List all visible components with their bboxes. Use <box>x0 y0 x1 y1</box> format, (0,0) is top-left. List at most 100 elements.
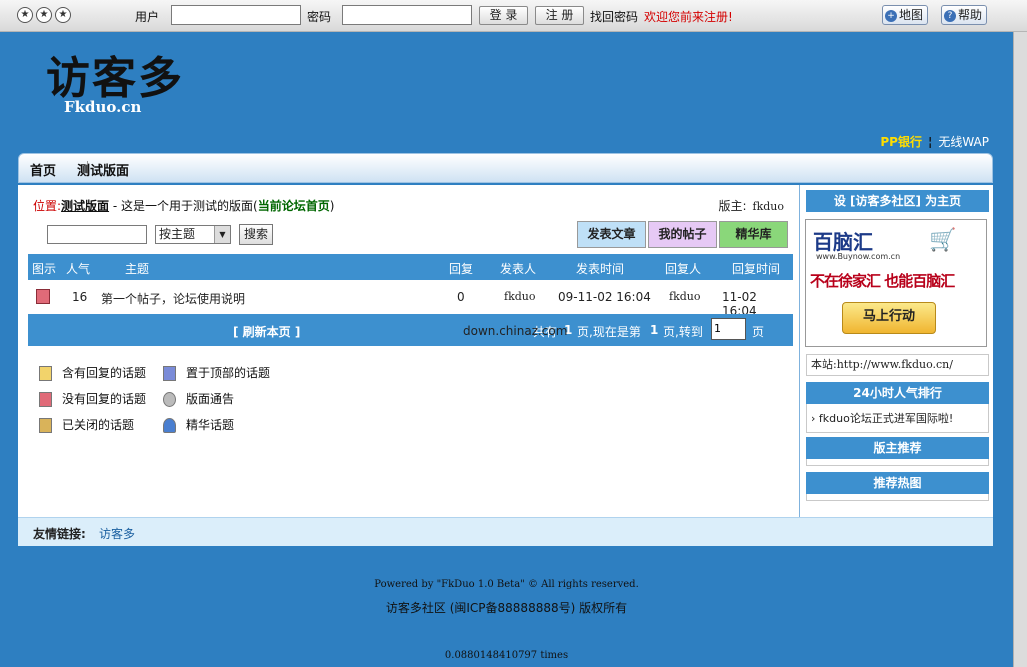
friend-link[interactable]: 访客多 <box>99 525 135 542</box>
col-replier: 回复人 <box>665 262 702 276</box>
row-replier-link[interactable]: fkduo <box>669 290 701 303</box>
header-links: PP银行 ¦ 无线WAP <box>880 133 989 150</box>
hot-topics-box <box>806 494 989 501</box>
legend-closed-text: 已关闭的话题 <box>62 418 135 432</box>
legend-has-reply: 含有回复的话题 <box>39 364 146 381</box>
forum-home-link[interactable]: 当前论坛首页 <box>258 199 330 213</box>
col-post-time: 发表时间 <box>576 262 625 276</box>
legend-top: 置于顶部的话题 <box>163 364 270 381</box>
pager-suffix: 页 <box>752 325 765 339</box>
hot24-title: 24小时人气排行 <box>806 382 989 404</box>
site-logo[interactable]: 访客多 <box>46 42 184 106</box>
mod-recommend-box <box>806 459 989 466</box>
recover-password-link[interactable]: 找回密码 <box>590 8 638 25</box>
moderator-name[interactable]: fkduo <box>753 200 785 213</box>
hot-topics-title: 推荐热图 <box>806 472 989 494</box>
col-reply-time: 回复时间 <box>732 262 781 276</box>
map-button[interactable]: + 地图 <box>882 5 929 25</box>
pin-top-icon <box>163 366 176 381</box>
col-icon: 图示 <box>32 262 57 276</box>
chevron-down-icon[interactable]: ▼ <box>214 226 230 243</box>
help-icon: ? <box>944 9 956 22</box>
map-label: 地图 <box>899 8 924 22</box>
legend-top-text: 置于顶部的话题 <box>186 366 271 380</box>
ad-cta-button[interactable]: 马上行动 <box>842 302 936 334</box>
username-label: 用户 <box>135 10 160 24</box>
row-author-link[interactable]: fkduo <box>504 290 536 303</box>
top-login-bar: ★ ★ ★ 用户 密码 登 录 注 册 找回密码 欢迎您前来注册! + 地图 ? 帮… <box>0 0 1027 32</box>
forum-main: 位置:测试版面 - 这是一个用于测试的版面(当前论坛首页) 版主: fkduo 按… <box>18 185 800 517</box>
set-homepage-link[interactable]: 设 [访客多社区] 为主页 <box>806 190 989 212</box>
pager-current: 1 <box>650 323 659 337</box>
hot24-item-text: fkduo论坛正式进军国际啦! <box>818 412 954 425</box>
goto-page-input[interactable]: 1 <box>711 318 746 340</box>
help-button[interactable]: ? 帮助 <box>941 5 988 25</box>
welcome-register-link[interactable]: 欢迎您前来注册! <box>644 8 733 25</box>
star-icon[interactable]: ★ <box>17 7 33 23</box>
footer-powered: Powered by "FkDuo 1.0 Beta" © All rights… <box>374 579 639 590</box>
folder-icon <box>39 366 52 381</box>
password-input[interactable] <box>342 5 472 25</box>
legend-closed: 已关闭的话题 <box>39 416 134 433</box>
legend-notice-text: 版面通告 <box>186 392 235 406</box>
cart-icon: 🛒 <box>929 228 957 253</box>
vertical-scrollbar[interactable] <box>1013 32 1027 667</box>
book-icon <box>39 392 52 407</box>
legend-elite: 精华话题 <box>163 416 234 433</box>
row-title-link[interactable]: 第一个帖子，论坛使用说明 <box>101 290 245 307</box>
footer-exec-time: 0.0880148410797 times <box>444 650 569 661</box>
login-button[interactable]: 登 录 <box>479 6 528 25</box>
legend-notice: 版面通告 <box>163 390 234 407</box>
col-popularity: 人气 <box>66 262 91 276</box>
search-input[interactable] <box>47 225 147 244</box>
location-board-link[interactable]: 测试版面 <box>61 199 109 213</box>
register-button[interactable]: 注 册 <box>535 6 584 25</box>
site-url: 本站:http://www.fkduo.cn/ <box>806 354 989 376</box>
my-posts-button[interactable]: 我的帖子 <box>648 221 717 248</box>
search-type-select[interactable]: 按主题 ▼ <box>155 225 231 244</box>
ad-banner[interactable]: 百脑汇 www.Buynow.com.cn 🛒 不在徐家汇 也能百脑汇 马上行动 <box>805 219 987 347</box>
location-label: 位置: <box>33 199 62 213</box>
username-input[interactable] <box>171 5 301 25</box>
wap-link[interactable]: 无线WAP <box>938 135 989 149</box>
elite-library-button[interactable]: 精华库 <box>719 221 788 248</box>
ad-site: www.Buynow.com.cn <box>816 252 901 261</box>
legend-has-reply-text: 含有回复的话题 <box>62 366 147 380</box>
search-button[interactable]: 搜索 <box>239 224 273 245</box>
row-post-time: 09-11-02 16:04 <box>558 290 651 304</box>
legend-no-reply: 没有回复的话题 <box>39 390 146 407</box>
speaker-icon <box>163 392 176 407</box>
col-topic: 主题 <box>125 262 150 276</box>
legend-no-reply-text: 没有回复的话题 <box>62 392 147 406</box>
friend-links-label: 友情链接: <box>33 527 86 541</box>
friend-links-bar: 友情链接: 访客多 <box>18 517 993 546</box>
refresh-page-link[interactable]: [ 刷新本页 ] <box>233 323 300 340</box>
legend-elite-text: 精华话题 <box>186 418 235 432</box>
ad-slogan: 不在徐家汇 也能百脑汇 <box>810 272 955 290</box>
lock-icon <box>39 418 52 433</box>
post-article-button[interactable]: 发表文章 <box>577 221 646 248</box>
breadcrumb-nav: 首页 测试版面 <box>18 153 993 183</box>
map-icon: + <box>885 9 897 22</box>
nav-board[interactable]: 测试版面 <box>77 160 129 179</box>
nav-home[interactable]: 首页 <box>30 160 56 179</box>
elite-icon <box>163 418 176 433</box>
hot24-list: › fkduo论坛正式进军国际啦! <box>806 404 989 433</box>
search-type-value: 按主题 <box>159 227 196 241</box>
star-icon[interactable]: ★ <box>55 7 71 23</box>
footer-copyright: 访客多社区 (闽ICP备88888888号) 版权所有 <box>385 601 628 615</box>
pp-bank-link[interactable]: PP银行 <box>880 135 922 149</box>
sidebar: 设 [访客多社区] 为主页 百脑汇 www.Buynow.com.cn 🛒 不在… <box>800 185 993 517</box>
table-row[interactable]: 16 第一个帖子，论坛使用说明 0 fkduo 09-11-02 16:04 f… <box>28 282 793 318</box>
location-breadcrumb: 位置:测试版面 - 这是一个用于测试的版面(当前论坛首页) <box>33 197 334 214</box>
site-logo-domain: Fkduo.cn <box>64 98 142 116</box>
topic-no-reply-icon <box>36 289 50 304</box>
col-author: 发表人 <box>500 262 537 276</box>
star-icon[interactable]: ★ <box>36 7 52 23</box>
list-item[interactable]: › fkduo论坛正式进军国际啦! <box>811 410 953 426</box>
col-replies: 回复 <box>449 262 474 276</box>
mod-recommend-title: 版主推荐 <box>806 437 989 459</box>
moderator-info: 版主: fkduo <box>718 197 784 214</box>
row-replies: 0 <box>457 290 465 304</box>
row-popularity: 16 <box>72 290 88 304</box>
